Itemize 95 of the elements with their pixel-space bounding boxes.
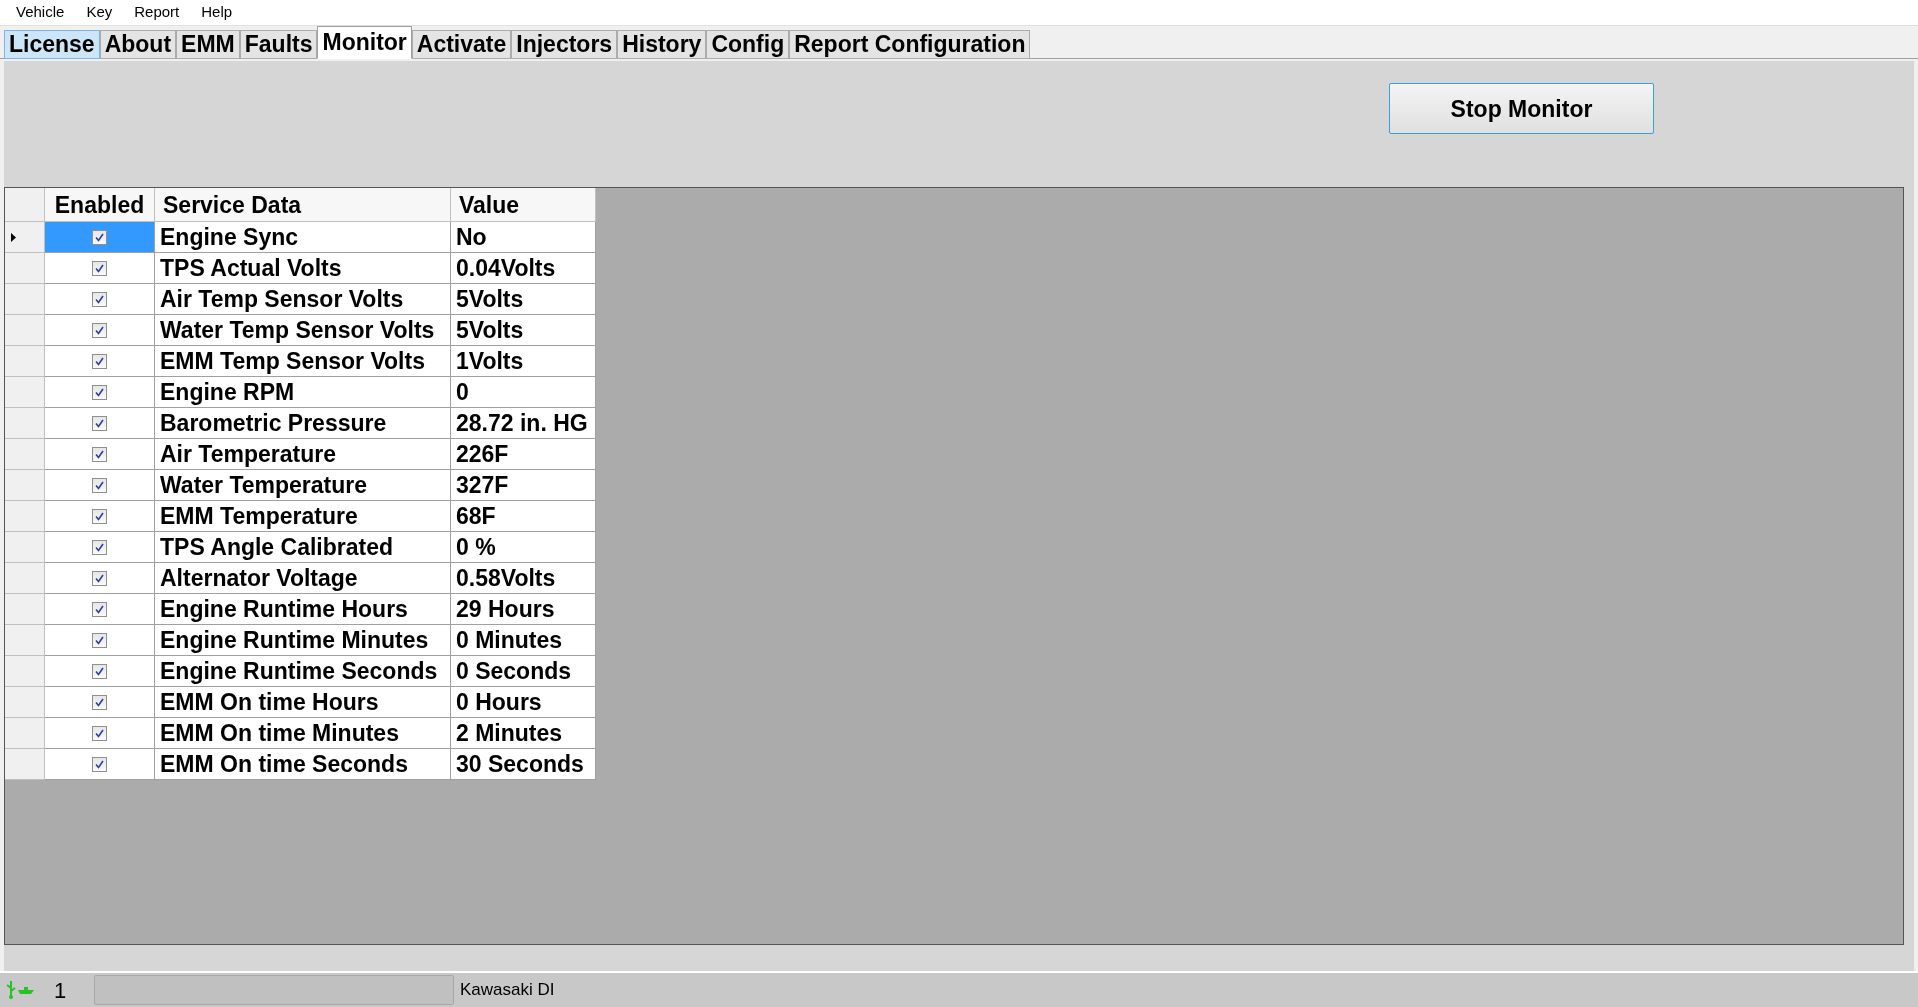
- checkmark-icon: [94, 665, 105, 677]
- checkbox[interactable]: [92, 601, 107, 617]
- checkbox[interactable]: [92, 260, 107, 276]
- table-cell: 0: [451, 377, 596, 409]
- table-cell: 0 Seconds: [451, 656, 596, 688]
- menu-item[interactable]: Help: [191, 1, 243, 24]
- checkbox[interactable]: [92, 725, 107, 741]
- checkmark-icon: [94, 758, 105, 770]
- tab[interactable]: History: [617, 30, 707, 60]
- checkmark-icon: [94, 231, 105, 243]
- checkbox[interactable]: [92, 415, 107, 431]
- table-cell: EMM On time Seconds: [155, 749, 451, 781]
- menu-item[interactable]: Report: [124, 1, 190, 24]
- tab[interactable]: Report Configuration: [789, 30, 1031, 60]
- table-cell: 0 Hours: [451, 687, 596, 719]
- table-cell: 5Volts: [451, 315, 596, 347]
- table-cell: 1Volts: [451, 346, 596, 378]
- table-cell: EMM On time Minutes: [155, 718, 451, 750]
- table-cell: Air Temperature: [155, 439, 451, 471]
- column-header[interactable]: Enabled: [45, 188, 155, 223]
- checkbox[interactable]: [92, 322, 107, 338]
- table-cell: TPS Angle Calibrated: [155, 532, 451, 564]
- table-cell: 0.04Volts: [451, 253, 596, 285]
- checkbox[interactable]: [92, 508, 107, 524]
- tab[interactable]: About: [99, 30, 177, 60]
- column-header[interactable]: Value: [451, 188, 596, 223]
- checkbox[interactable]: [92, 477, 107, 493]
- table-cell: 327F: [451, 470, 596, 502]
- table-cell: Alternator Voltage: [155, 563, 451, 595]
- checkmark-icon: [94, 603, 105, 615]
- table-cell: Engine Runtime Seconds: [155, 656, 451, 688]
- table-cell: 5Volts: [451, 284, 596, 316]
- row-pointer-icon: [11, 232, 16, 242]
- checkmark-icon: [94, 448, 105, 460]
- table-cell: EMM Temperature: [155, 501, 451, 533]
- checkbox[interactable]: [92, 663, 107, 679]
- checkbox[interactable]: [92, 539, 107, 555]
- table-cell: 226F: [451, 439, 596, 471]
- checkmark-icon: [94, 634, 105, 646]
- checkbox[interactable]: [92, 694, 107, 710]
- usb-icon: [6, 980, 16, 1001]
- checkbox[interactable]: [92, 570, 107, 586]
- table-cell: 0 Minutes: [451, 625, 596, 657]
- checkmark-icon: [94, 417, 105, 429]
- table-cell: No: [451, 222, 596, 254]
- table-cell: Barometric Pressure: [155, 408, 451, 440]
- table-cell: 2 Minutes: [451, 718, 596, 750]
- tab[interactable]: Injectors: [511, 30, 618, 60]
- table-cell: 0.58Volts: [451, 563, 596, 595]
- boat-icon: [18, 985, 34, 996]
- checkmark-icon: [94, 386, 105, 398]
- table-cell: Engine Sync: [155, 222, 451, 254]
- tab[interactable]: Monitor: [317, 26, 412, 60]
- tab[interactable]: Config: [706, 30, 790, 60]
- checkbox[interactable]: [92, 229, 107, 245]
- column-header[interactable]: Service Data: [155, 188, 451, 223]
- tab[interactable]: EMM: [176, 30, 240, 60]
- table-cell: 28.72 in. HG: [451, 408, 596, 440]
- checkmark-icon: [94, 572, 105, 584]
- status-count: 1: [54, 976, 68, 1005]
- checkmark-icon: [94, 541, 105, 553]
- table-cell: 29 Hours: [451, 594, 596, 626]
- checkbox[interactable]: [92, 353, 107, 369]
- checkmark-icon: [94, 727, 105, 739]
- table-cell: 68F: [451, 501, 596, 533]
- table-cell: TPS Actual Volts: [155, 253, 451, 285]
- table-cell: EMM Temp Sensor Volts: [155, 346, 451, 378]
- checkbox[interactable]: [92, 632, 107, 648]
- checkbox[interactable]: [92, 756, 107, 772]
- table-cell: 0 %: [451, 532, 596, 564]
- checkbox[interactable]: [92, 446, 107, 462]
- checkmark-icon: [94, 293, 105, 305]
- table-cell: 30 Seconds: [451, 749, 596, 781]
- tab[interactable]: Activate: [411, 30, 512, 60]
- checkbox[interactable]: [92, 384, 107, 400]
- table-cell: Water Temp Sensor Volts: [155, 315, 451, 347]
- checkmark-icon: [94, 696, 105, 708]
- checkmark-icon: [94, 479, 105, 491]
- table-cell: Water Temperature: [155, 470, 451, 502]
- checkmark-icon: [94, 324, 105, 336]
- table-cell: Engine Runtime Minutes: [155, 625, 451, 657]
- table-cell: Air Temp Sensor Volts: [155, 284, 451, 316]
- checkbox[interactable]: [92, 291, 107, 307]
- menu-item[interactable]: Key: [76, 1, 123, 24]
- checkmark-icon: [94, 355, 105, 367]
- checkmark-icon: [94, 510, 105, 522]
- device-name: Kawasaki DI: [460, 979, 555, 1002]
- tab[interactable]: Faults: [239, 30, 318, 60]
- tab[interactable]: License: [4, 30, 100, 60]
- stop-monitor-button[interactable]: Stop Monitor: [1389, 83, 1654, 135]
- checkmark-icon: [94, 262, 105, 274]
- table-cell: Engine RPM: [155, 377, 451, 409]
- table-cell: Engine Runtime Hours: [155, 594, 451, 626]
- table-cell: EMM On time Hours: [155, 687, 451, 719]
- menu-item[interactable]: Vehicle: [6, 1, 75, 24]
